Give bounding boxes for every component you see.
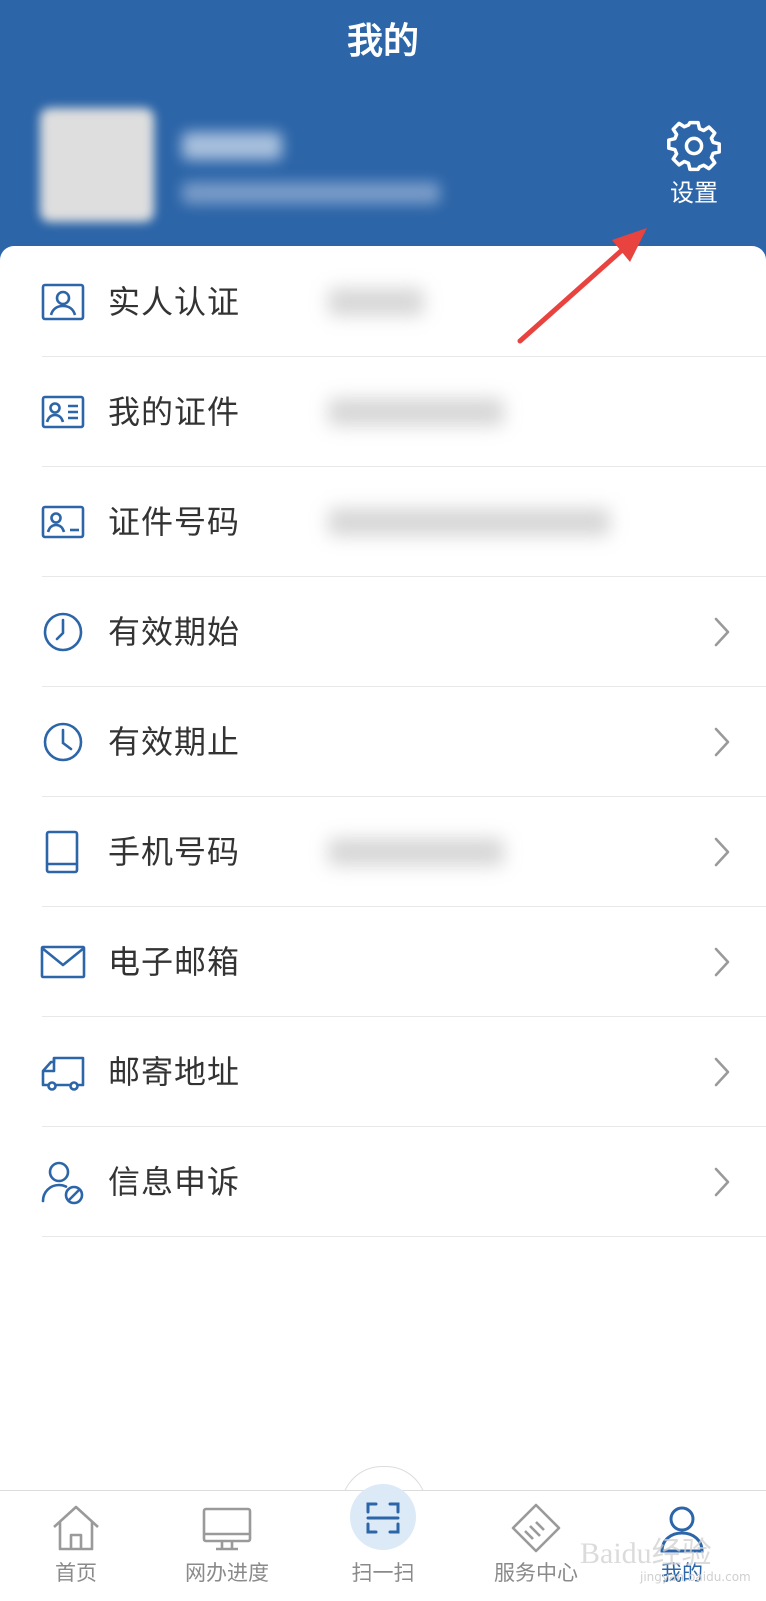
- settings-button[interactable]: 设置: [652, 118, 736, 218]
- menu-item-value-redacted: [328, 508, 610, 536]
- chevron-right-icon: [714, 727, 730, 757]
- tab-progress[interactable]: 网办进度: [157, 1501, 297, 1597]
- chevron-right-icon: [714, 617, 730, 647]
- menu-item-document-number[interactable]: 证件号码: [0, 466, 766, 577]
- tab-mine[interactable]: 我的: [612, 1501, 752, 1597]
- handshake-icon: [511, 1503, 561, 1553]
- avatar[interactable]: [40, 108, 154, 222]
- menu-item-label: 证件号码: [108, 503, 241, 541]
- user-block-icon: [41, 1161, 84, 1205]
- menu-item-mailing-address[interactable]: 邮寄地址: [0, 1016, 766, 1127]
- clock-icon: [43, 722, 83, 762]
- user-icon: [660, 1506, 704, 1553]
- mail-icon: [40, 945, 86, 979]
- chevron-right-icon: [714, 1057, 730, 1087]
- menu-item-label: 我的证件: [108, 393, 241, 431]
- settings-label: 设置: [670, 179, 718, 207]
- menu-item-valid-from[interactable]: 有效期始: [0, 576, 766, 687]
- menu-item-email[interactable]: 电子邮箱: [0, 906, 766, 1017]
- id-card-number-icon: [41, 505, 85, 539]
- menu-item-label: 信息申诉: [108, 1163, 241, 1201]
- user-name-redacted: [182, 132, 282, 160]
- menu-item-valid-until[interactable]: 有效期止: [0, 686, 766, 797]
- tab-service-center[interactable]: 服务中心: [466, 1501, 606, 1597]
- profile-menu: 实人认证 我的证件 证件号码 有效期始 有效期止 手机号码 电子邮箱 邮寄地址 …: [0, 246, 766, 1490]
- menu-item-info-appeal[interactable]: 信息申诉: [0, 1126, 766, 1237]
- divider: [42, 1236, 766, 1237]
- gear-icon: [667, 120, 721, 172]
- menu-item-value-redacted: [328, 288, 424, 316]
- menu-item-label: 电子邮箱: [108, 943, 241, 981]
- chevron-right-icon: [714, 837, 730, 867]
- scan-button[interactable]: [350, 1484, 416, 1550]
- menu-item-my-documents[interactable]: 我的证件: [0, 356, 766, 467]
- chevron-right-icon: [714, 1167, 730, 1197]
- menu-item-label: 手机号码: [108, 833, 241, 871]
- tab-home[interactable]: 首页: [6, 1501, 146, 1597]
- tab-label: 网办进度: [185, 1561, 269, 1585]
- menu-item-label: 邮寄地址: [108, 1053, 241, 1091]
- menu-item-value-redacted: [328, 398, 504, 426]
- menu-item-real-person-auth[interactable]: 实人认证: [0, 246, 766, 357]
- user-info-redacted: [182, 182, 440, 204]
- menu-item-phone-number[interactable]: 手机号码: [0, 796, 766, 907]
- home-icon: [53, 1505, 99, 1551]
- menu-item-label: 实人认证: [108, 283, 241, 321]
- tab-label: 服务中心: [494, 1561, 578, 1585]
- monitor-icon: [202, 1507, 252, 1551]
- menu-item-value-redacted: [328, 838, 504, 866]
- clock-icon: [43, 612, 83, 652]
- id-card-detail-icon: [41, 395, 85, 429]
- tab-label: 扫一扫: [351, 1561, 415, 1585]
- scan-icon: [366, 1502, 400, 1534]
- tab-label: 首页: [55, 1561, 97, 1585]
- tablet-icon: [45, 830, 79, 874]
- menu-item-label: 有效期始: [108, 613, 241, 651]
- chevron-right-icon: [714, 947, 730, 977]
- id-card-person-icon: [41, 283, 85, 321]
- tab-label: 我的: [661, 1561, 703, 1585]
- menu-item-label: 有效期止: [108, 723, 241, 761]
- delivery-truck-icon: [41, 1056, 85, 1091]
- page-title: 我的: [346, 21, 419, 62]
